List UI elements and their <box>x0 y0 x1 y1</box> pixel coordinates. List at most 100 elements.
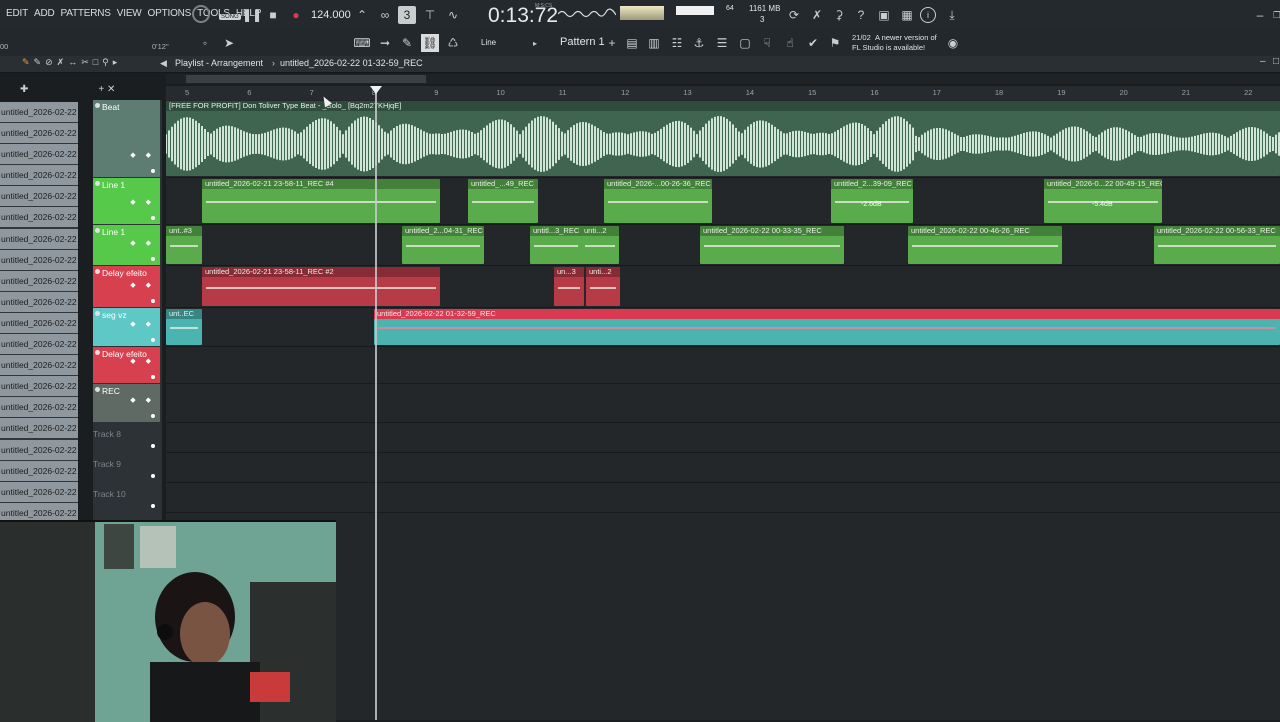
file-item[interactable]: untitled_2026-02-22 01- <box>0 270 78 291</box>
slice-tool-icon[interactable]: ✂ <box>81 57 89 68</box>
file-item[interactable]: untitled_2026-02-22 01- <box>0 312 78 333</box>
link-icon[interactable]: ⛓ <box>421 34 439 52</box>
audio-clip[interactable]: untitl...3_REC <box>530 226 582 264</box>
plugin-icon[interactable]: ▦ <box>898 6 916 24</box>
channel-rack-icon[interactable]: ☷ <box>668 34 686 52</box>
ruler-bar-number[interactable]: 13 <box>683 88 691 97</box>
piano-roll-icon[interactable]: ▥ <box>645 34 663 52</box>
ruler-bar-number[interactable]: 19 <box>1057 88 1065 97</box>
ruler-bar-number[interactable]: 20 <box>1120 88 1128 97</box>
ruler-bar-number[interactable]: 16 <box>870 88 878 97</box>
track-mute-solo-icon[interactable]: ◆ ◆ <box>130 320 155 328</box>
track-header[interactable]: Track 9 <box>93 453 160 482</box>
audio-clip[interactable]: untitled_2...39-09_REC -2.6dB <box>831 179 913 223</box>
ruler-bar-number[interactable]: 9 <box>434 88 438 97</box>
overview-window[interactable] <box>186 75 426 83</box>
track-lane[interactable] <box>166 423 1280 453</box>
file-item[interactable]: untitled_2026-02-22 01- <box>0 355 78 376</box>
zoom-tool-icon[interactable]: ⚲ <box>102 57 109 68</box>
track-header[interactable]: Track 10 <box>93 483 160 512</box>
track-mute-solo-icon[interactable]: ◆ ◆ <box>130 281 155 289</box>
audio-clip[interactable]: untitled_2026-02-22 00-33-35_REC <box>700 226 844 264</box>
track-mute-solo-icon[interactable]: ◆ ◆ <box>130 198 155 206</box>
audio-clip[interactable]: untitled_2026-02-22 01-32-59_REC <box>374 309 1280 345</box>
menu-view[interactable]: VIEW <box>117 8 142 19</box>
track-led-icon[interactable] <box>151 216 155 220</box>
microphone-icon[interactable]: ⚳ <box>830 6 848 24</box>
audio-clip[interactable]: untitled_2026-0...22 00-49-15_REC -5.4dB <box>1044 179 1162 223</box>
track-enable-icon[interactable] <box>95 269 100 274</box>
audio-clip[interactable]: unt..#3 <box>166 226 202 264</box>
news-line-1[interactable]: A newer version of <box>875 33 937 42</box>
playhead[interactable] <box>375 86 377 720</box>
file-item[interactable]: untitled_2026-02-22 00- <box>0 144 78 165</box>
track-name[interactable]: Beat <box>102 102 120 112</box>
track-mute-solo-icon[interactable]: ◆ ◆ <box>130 151 155 159</box>
master-volume-slider[interactable] <box>676 6 714 15</box>
arrow-icon[interactable]: ➤ <box>220 34 238 52</box>
track-led-icon[interactable] <box>151 504 155 508</box>
ruler-bar-number[interactable]: 10 <box>497 88 505 97</box>
plugin-picker-icon[interactable]: ☟ <box>758 34 776 52</box>
playhead-marker-icon[interactable] <box>370 86 382 94</box>
song-pattern-toggle[interactable] <box>192 5 210 23</box>
track-lane[interactable] <box>166 384 1280 423</box>
track-header[interactable]: Line 1 ◆ ◆ <box>93 225 160 265</box>
keyboard-icon[interactable]: ⌨ <box>353 34 371 52</box>
track-enable-icon[interactable] <box>95 103 100 108</box>
move-icon[interactable]: ✚ <box>20 84 28 95</box>
file-item[interactable]: untitled_2026-02-22 01- <box>0 207 78 228</box>
ruler-bar-number[interactable]: 5 <box>185 88 189 97</box>
pause-icon[interactable]: ❚❚ <box>242 6 262 24</box>
file-item[interactable]: untitled_2026-02-22 01- <box>0 439 78 460</box>
track-enable-icon[interactable] <box>95 387 100 392</box>
track-enable-icon[interactable] <box>95 228 100 233</box>
pattern-selector[interactable]: Pattern 1 <box>560 36 605 48</box>
track-header[interactable]: Beat ◆ ◆ <box>93 100 160 177</box>
file-item[interactable]: untitled_2026-02-22 01- <box>0 460 78 481</box>
track-header[interactable]: Track 8 <box>93 423 160 452</box>
snap-selector[interactable]: Line <box>481 38 496 47</box>
file-item[interactable]: untitled_2026-02-22 01- <box>0 186 78 207</box>
ruler-bar-number[interactable]: 22 <box>1244 88 1252 97</box>
menu-edit[interactable]: EDIT <box>6 8 28 19</box>
pencil-tool-icon[interactable]: ✎ <box>22 57 30 68</box>
track-header[interactable]: Delay efeito ◆ ◆ <box>93 347 160 383</box>
slip-tool-icon[interactable]: ↔ <box>68 57 77 68</box>
audio-clip[interactable]: untitled_2026-02-22 00-56-33_REC <box>1154 226 1280 264</box>
track-led-icon[interactable] <box>151 257 155 261</box>
file-item[interactable]: untitled_2026-02-22 01- <box>0 291 78 312</box>
track-enable-icon[interactable] <box>95 311 100 316</box>
wait-input-icon[interactable]: ∞ <box>376 6 394 24</box>
track-enable-icon[interactable] <box>95 181 100 186</box>
track-name[interactable]: Track 9 <box>93 459 121 469</box>
select-tool-icon[interactable]: □ <box>93 57 98 68</box>
snap-arrow-icon[interactable]: ▸ <box>526 34 544 52</box>
browser-icon[interactable]: ☰ <box>713 34 731 52</box>
stamp-icon[interactable]: ♺ <box>444 34 462 52</box>
track-led-icon[interactable] <box>151 375 155 379</box>
track-led-icon[interactable] <box>151 169 155 173</box>
shop-icon[interactable]: ⚑ <box>826 34 844 52</box>
ruler-bar-number[interactable]: 17 <box>933 88 941 97</box>
track-name[interactable]: seg vz <box>102 310 127 320</box>
channel-icon[interactable]: ▢ <box>736 34 754 52</box>
delete-tool-icon[interactable]: ⊘ <box>45 57 53 68</box>
track-lane[interactable] <box>166 483 1280 513</box>
tempo-display[interactable]: 124.000 <box>311 9 351 21</box>
audio-clip[interactable]: untitled_2026-02-21 23-58-11_REC #2 <box>202 267 440 306</box>
file-item[interactable]: untitled_2026-02-22 01- <box>0 418 78 439</box>
menu-options[interactable]: OPTIONS <box>148 8 192 19</box>
audio-clip[interactable]: untitled_2026-02-22 00-46-26_REC <box>908 226 1062 264</box>
cut-icon[interactable]: ✗ <box>808 6 826 24</box>
ruler-bar-number[interactable]: 7 <box>310 88 314 97</box>
playlist-icon[interactable]: ▤ <box>623 34 641 52</box>
track-header[interactable]: seg vz ◆ ◆ <box>93 308 160 346</box>
track-lane[interactable] <box>166 453 1280 483</box>
track-name[interactable]: REC <box>102 386 120 396</box>
ruler-bar-number[interactable]: 15 <box>808 88 816 97</box>
file-item[interactable]: untitled_2026-02-22 01- <box>0 334 78 355</box>
timeline-ruler[interactable]: 5 6 7 8 9 10 11 12 13 14 15 16 17 18 19 20 21 22 <box>166 86 1280 100</box>
playlist-overview[interactable] <box>166 74 1280 84</box>
minimize-icon[interactable]: – <box>1251 6 1269 24</box>
